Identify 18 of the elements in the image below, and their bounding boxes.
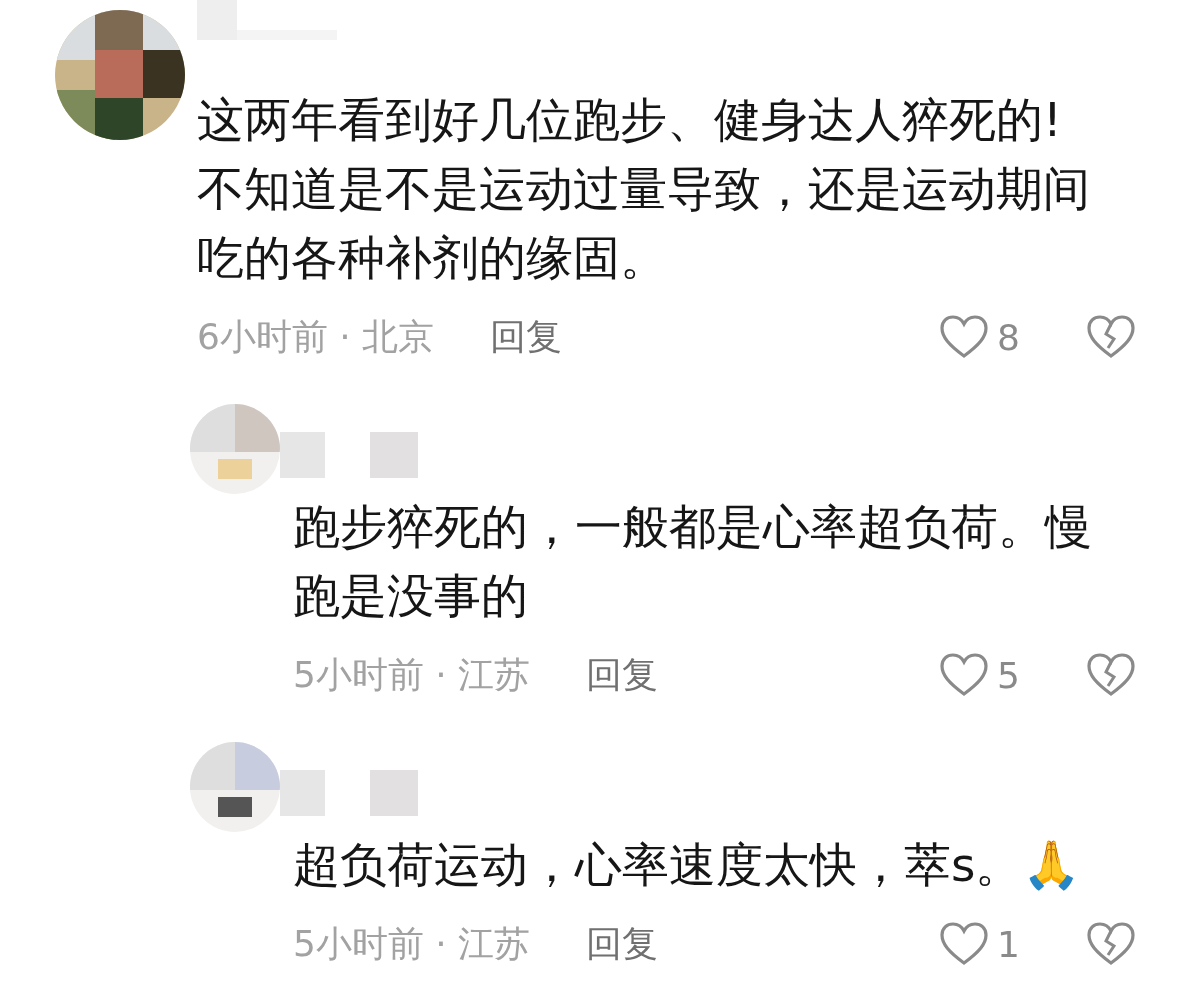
broken-heart-icon[interactable] <box>1086 652 1136 698</box>
heart-icon[interactable] <box>939 652 990 698</box>
comment-meta: 6小时前 · 北京 <box>197 314 435 359</box>
comment-meta: 5小时前 · 江苏 <box>293 652 531 697</box>
like-count: 8 <box>997 316 1020 358</box>
reply-button[interactable]: 回复 <box>586 919 659 969</box>
like-count: 1 <box>997 923 1020 965</box>
comment-text: 这两年看到好几位跑步、健身达人猝死的! 不知道是不是运动过量导致，还是运动期间 吃的各种补剂的缘固。 <box>197 91 1091 287</box>
comment-text: 跑步猝死的，一般都是心率超负荷。慢 跑是没事的 <box>293 498 1093 625</box>
comment-text: 超负荷运动，心率速度太快，萃s。🙏 <box>293 836 1083 894</box>
reply-button[interactable]: 回复 <box>490 312 563 362</box>
like-count: 5 <box>997 654 1020 696</box>
broken-heart-icon[interactable] <box>1086 314 1136 360</box>
broken-heart-icon[interactable] <box>1086 921 1136 967</box>
reply-button[interactable]: 回复 <box>586 650 659 700</box>
heart-icon[interactable] <box>939 921 990 967</box>
comment-meta: 5小时前 · 江苏 <box>293 921 531 966</box>
heart-icon[interactable] <box>939 314 990 360</box>
